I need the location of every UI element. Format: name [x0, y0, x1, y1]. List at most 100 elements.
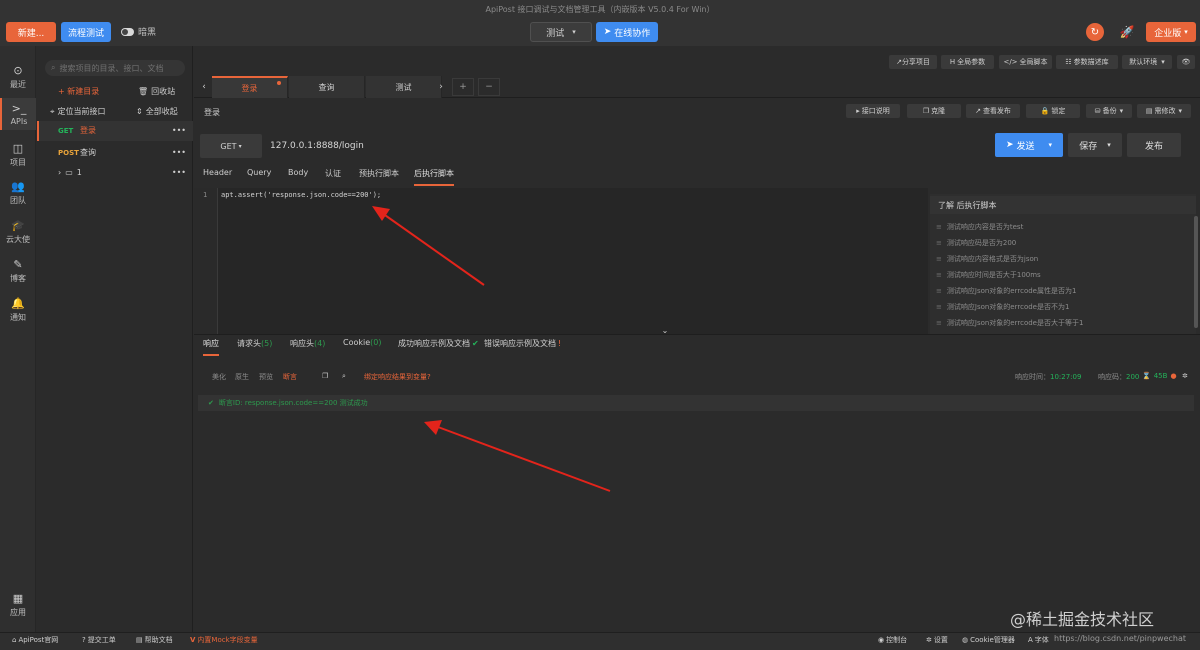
- tree-item-query[interactable]: POST 查询 •••: [58, 147, 186, 158]
- param-library-button[interactable]: ☷ 参数描述库: [1056, 55, 1118, 69]
- share-project-button[interactable]: ↗ 分享项目: [889, 55, 937, 69]
- tree-item-login[interactable]: GET 登录 •••: [58, 125, 186, 136]
- format-assert[interactable]: 断言: [283, 372, 297, 382]
- rail-item-recent[interactable]: ⊙ 最近: [0, 64, 36, 90]
- rail-item-notify[interactable]: 🔔 通知: [0, 297, 36, 323]
- api-doc-button[interactable]: ▸ 接口说明: [846, 104, 900, 118]
- chevron-down-icon[interactable]: ▾: [1107, 141, 1111, 149]
- more-icon[interactable]: •••: [172, 126, 186, 135]
- backup-button[interactable]: ⛁ 备份 ▾: [1086, 104, 1132, 118]
- more-icon[interactable]: •••: [172, 168, 186, 177]
- rocket-icon[interactable]: 🚀: [1118, 23, 1136, 41]
- font-link[interactable]: A 字体: [1028, 635, 1049, 645]
- snippet-item[interactable]: 测试响应时间是否大于100ms: [936, 270, 1041, 280]
- resp-tab-response[interactable]: 响应: [203, 338, 219, 356]
- rail-item-project[interactable]: ◫ 项目: [0, 142, 36, 168]
- gear-icon[interactable]: ✲: [1182, 372, 1188, 380]
- resp-tab-req-headers[interactable]: 请求头(5): [237, 338, 272, 356]
- rail-label: 博客: [10, 274, 26, 283]
- share-icon: ↗: [975, 107, 981, 115]
- default-env-label: 默认环境: [1129, 58, 1158, 66]
- snippet-item[interactable]: 测试响应码是否为200: [936, 238, 1016, 248]
- clone-label: 克隆: [931, 107, 946, 115]
- default-env-select[interactable]: 默认环境 ▾: [1122, 55, 1172, 69]
- eye-icon[interactable]: 👁: [1177, 55, 1195, 69]
- size-value: 45B: [1153, 372, 1168, 380]
- rail-item-apis[interactable]: >_ APIs: [0, 98, 36, 130]
- enterprise-button[interactable]: 企业版 ▾: [1146, 22, 1196, 42]
- online-collab-button[interactable]: ➤ 在线协作: [596, 22, 658, 42]
- rail-item-blog[interactable]: ✎ 博客: [0, 258, 36, 284]
- flow-test-button[interactable]: 流程测试: [61, 22, 111, 42]
- snippet-item[interactable]: 测试响应Json对象的errcode是否大于等于1: [936, 318, 1084, 328]
- subtab-pre-script[interactable]: 预执行脚本: [359, 168, 399, 186]
- chevron-left-icon[interactable]: ‹: [198, 78, 210, 96]
- format-pretty[interactable]: 美化: [212, 372, 226, 382]
- view-publish-button[interactable]: ↗ 查看发布: [966, 104, 1020, 118]
- sync-icon[interactable]: ↻: [1086, 23, 1104, 41]
- chevron-right-icon[interactable]: ›: [436, 78, 446, 96]
- send-button[interactable]: ➤ 发送 ▾: [995, 133, 1063, 157]
- more-icon[interactable]: •••: [172, 148, 186, 157]
- format-raw[interactable]: 原生: [235, 372, 249, 382]
- resp-tab-label: 响应: [203, 339, 219, 348]
- subtab-query[interactable]: Query: [247, 168, 271, 186]
- subtab-body[interactable]: Body: [288, 168, 308, 186]
- minus-tab-icon[interactable]: −: [478, 78, 500, 96]
- rail-item-ambassador[interactable]: 🎓 云大使: [0, 219, 36, 245]
- subtab-post-script[interactable]: 后执行脚本: [414, 168, 454, 186]
- clone-button[interactable]: ❐ 克隆: [907, 104, 961, 118]
- rail-item-apps[interactable]: ▦ 应用: [0, 592, 36, 618]
- snippets-scrollbar[interactable]: [1194, 216, 1198, 328]
- subtab-auth[interactable]: 认证: [325, 168, 341, 186]
- subtab-header[interactable]: Header: [203, 168, 232, 186]
- site-label: ApiPost官网: [18, 636, 59, 644]
- help-link[interactable]: ▤ 帮助文档: [136, 635, 173, 645]
- resp-tab-resp-headers[interactable]: 响应头(4): [290, 338, 325, 356]
- settings-link[interactable]: ✲ 设置: [926, 635, 948, 645]
- rail-label: 应用: [10, 608, 26, 617]
- recycle-bin-button[interactable]: 🗑 回收站: [138, 86, 175, 97]
- snippet-item[interactable]: 测试响应内容是否为test: [936, 222, 1023, 232]
- new-button[interactable]: 新建...: [6, 22, 56, 42]
- snippet-item[interactable]: 测试响应Json对象的errcode是否不为1: [936, 302, 1070, 312]
- dark-mode-label: 暗黑: [138, 28, 157, 38]
- global-script-button[interactable]: </> 全局脚本: [999, 55, 1052, 69]
- dark-mode-toggle[interactable]: 暗黑: [121, 25, 156, 38]
- save-button[interactable]: 保存 ▾: [1068, 133, 1122, 157]
- method-select[interactable]: GET ▾: [200, 134, 262, 158]
- copy-icon[interactable]: ❐: [322, 372, 328, 380]
- new-folder-button[interactable]: + 新建目录: [58, 86, 99, 97]
- tree-search-input[interactable]: ⌕ 搜索项目的目录、接口、文档: [45, 60, 185, 76]
- ticket-link[interactable]: ? 提交工单: [82, 635, 116, 645]
- tab-login[interactable]: 登录: [212, 76, 288, 98]
- publish-button[interactable]: 发布: [1127, 133, 1181, 157]
- project-icon: ◫: [12, 142, 24, 155]
- watermark: @稀土掘金技术社区: [1010, 610, 1155, 629]
- settings-label: 设置: [933, 636, 948, 644]
- add-tab-icon[interactable]: +: [452, 78, 474, 96]
- environment-select[interactable]: 测试 ▾: [530, 22, 592, 42]
- gear-icon: ✲: [926, 636, 932, 644]
- book-icon: ▤: [136, 636, 143, 644]
- mock-link[interactable]: V 内置Mock字段变量: [190, 635, 258, 645]
- snippet-item[interactable]: 测试响应内容格式是否为json: [936, 254, 1038, 264]
- tab-query[interactable]: 查询: [289, 76, 365, 98]
- lock-button[interactable]: 🔒 锁定: [1026, 104, 1080, 118]
- snippet-item[interactable]: 测试响应Json对象的errcode属性是否为1: [936, 286, 1077, 296]
- url-input[interactable]: 127.0.0.1:8888/login: [264, 134, 990, 158]
- locate-current-button[interactable]: ⌖ 定位当前接口: [50, 106, 106, 117]
- site-link[interactable]: ⌂ ApiPost官网: [12, 635, 58, 645]
- search-icon[interactable]: ⌕: [342, 372, 346, 381]
- change-log-button[interactable]: ▤ 需修改 ▾: [1137, 104, 1191, 118]
- console-link[interactable]: ◉ 控制台: [878, 635, 907, 645]
- format-preview[interactable]: 预览: [259, 372, 273, 382]
- rail-item-team[interactable]: 👥 团队: [0, 180, 36, 206]
- tab-test[interactable]: 测试: [366, 76, 442, 98]
- collapse-all-button[interactable]: ⇕ 全部收起: [136, 106, 178, 117]
- global-params-button[interactable]: H 全局参数: [941, 55, 994, 69]
- code-line[interactable]: apt.assert('response.json.code==200');: [221, 191, 381, 199]
- tree-folder-1[interactable]: › ▭ 1 •••: [58, 168, 186, 177]
- cookie-manager-link[interactable]: ◍ Cookie管理器: [962, 635, 1015, 645]
- chevron-down-icon[interactable]: ▾: [1049, 141, 1053, 149]
